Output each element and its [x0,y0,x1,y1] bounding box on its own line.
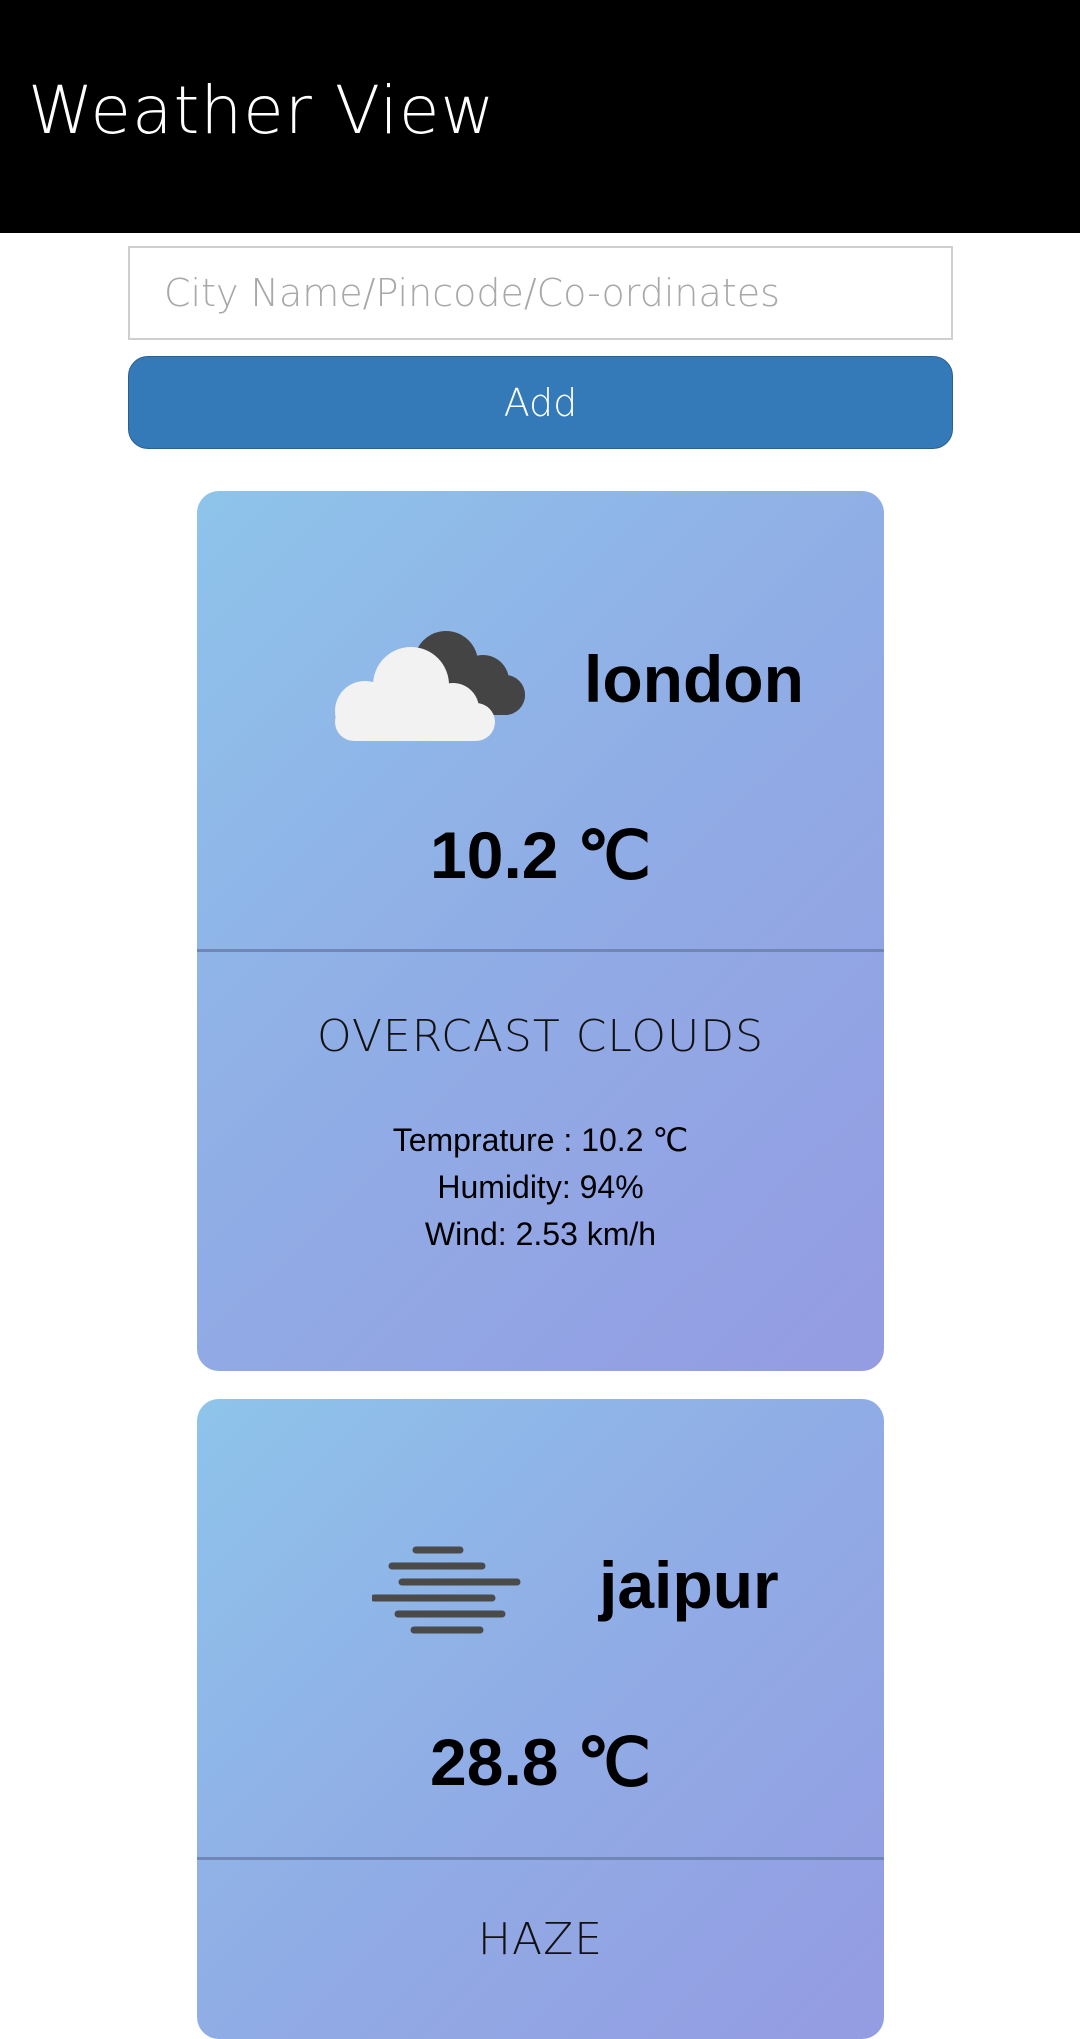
weather-card-jaipur: jaipur 28.8 ℃ HAZE [197,1399,884,2039]
card-header: london 10.2 ℃ [197,491,884,950]
weather-description: HAZE [477,1914,604,1965]
detail-humidity: Humidity: 94% [437,1169,644,1205]
search-input[interactable] [128,246,953,340]
app-header: Weather View [0,0,1080,233]
add-button[interactable]: Add [128,356,953,449]
weather-details: Temprature : 10.2 ℃ Humidity: 94% Wind: … [197,1117,884,1258]
haze-icon [372,1546,521,1634]
detail-wind: Wind: 2.53 km/h [424,1216,657,1252]
card-divider [197,1857,884,1860]
weather-card-london: london 10.2 ℃ OVERCAST CLOUDS Temprature… [197,491,884,1371]
weather-description: OVERCAST CLOUDS [316,1011,765,1062]
app-title: Weather View [28,72,496,149]
card-divider [197,949,884,952]
city-name: london [584,642,804,716]
temperature: 10.2 ℃ [430,818,651,892]
city-name: jaipur [599,1548,779,1622]
detail-temperature: Temprature : 10.2 ℃ [392,1122,689,1158]
card-header: jaipur 28.8 ℃ [197,1399,884,1858]
overcast-clouds-icon [335,631,525,741]
temperature: 28.8 ℃ [430,1725,651,1799]
